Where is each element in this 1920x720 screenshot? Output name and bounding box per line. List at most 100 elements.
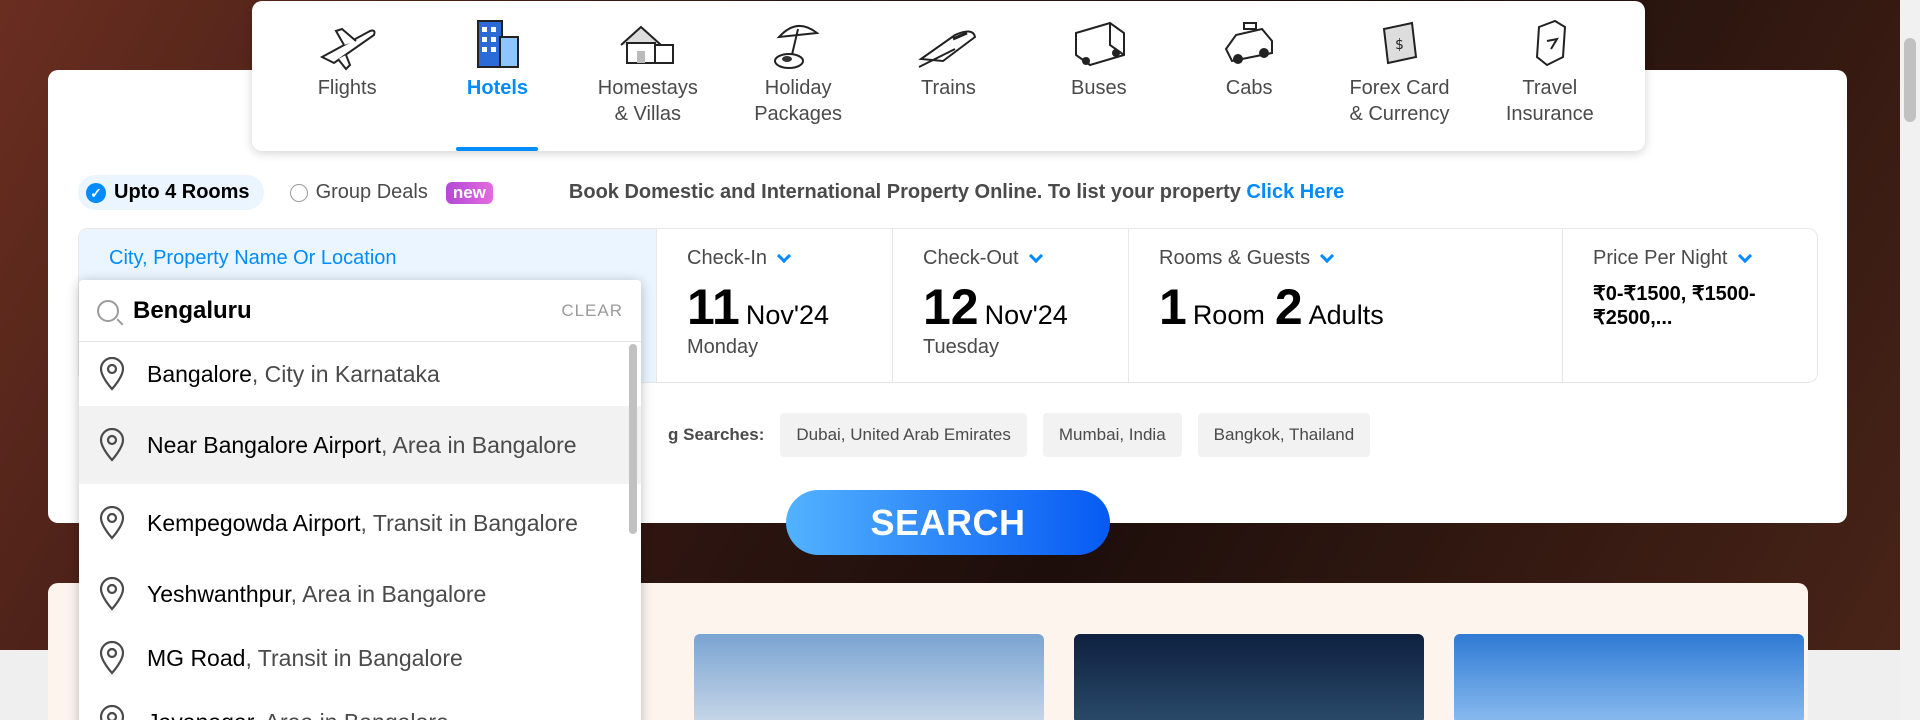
- suggestion-text: MG Road, Transit in Bangalore: [147, 646, 463, 670]
- nav-holiday-packages[interactable]: Holiday Packages: [733, 1, 863, 151]
- suggestion-detail: , City in Karnataka: [251, 361, 440, 387]
- homestay-icon: [620, 25, 674, 64]
- suggestion-name: Kempegowda Airport: [147, 510, 361, 536]
- nav-flights[interactable]: Flights: [282, 1, 412, 151]
- nav-label: Forex Card & Currency: [1349, 77, 1450, 125]
- clear-button[interactable]: CLEAR: [561, 301, 623, 321]
- location-pin-icon: [99, 428, 125, 462]
- insurance-icon: [1535, 19, 1566, 67]
- trending-chip[interactable]: Bangkok, Thailand: [1197, 413, 1371, 457]
- location-pin-icon: [99, 641, 125, 675]
- suggestion-item[interactable]: Kempegowda Airport, Transit in Bangalore: [79, 484, 641, 562]
- nav-label: Cabs: [1225, 77, 1273, 99]
- offer-image[interactable]: [1074, 634, 1424, 720]
- promo-text: Book Domestic and International Property…: [569, 181, 1344, 204]
- forex-icon: $: [1383, 21, 1418, 65]
- radio-icon: [289, 183, 308, 202]
- nav-label: Flights: [317, 77, 377, 99]
- checkin-day: 11: [687, 279, 740, 335]
- checkout-weekday: Tuesday: [923, 336, 999, 358]
- booking-options: ✓ Upto 4 Rooms Group Deals new Book Dome…: [78, 175, 1344, 210]
- page-scrollbar[interactable]: [1900, 0, 1920, 720]
- trending-label: g Searches:: [668, 425, 765, 444]
- suggestion-detail: , Transit in Bangalore: [245, 645, 463, 671]
- adults-unit: Adults: [1308, 300, 1384, 330]
- suggestion-name: Jayanagar: [147, 709, 253, 720]
- guests-label-text: Rooms & Guests: [1159, 247, 1311, 269]
- product-nav: Flights Hotels Homestays & Villas Holida…: [252, 1, 1645, 151]
- train-icon: [918, 30, 977, 68]
- nav-label: Homestays & Villas: [597, 77, 698, 125]
- holiday-icon: [774, 25, 820, 69]
- offer-image[interactable]: [694, 634, 1044, 720]
- group-deals-option[interactable]: Group Deals: [289, 181, 428, 204]
- suggestion-text: Near Bangalore Airport, Area in Bangalor…: [147, 433, 577, 457]
- nav-label: Trains: [921, 77, 976, 99]
- checkout-date: 12 Nov'24: [923, 280, 1098, 334]
- checkout-field[interactable]: Check-Out 12 Nov'24 Tuesday: [893, 229, 1129, 382]
- guests-value: 1 Room 2 Adults: [1159, 280, 1532, 334]
- price-label: Price Per Night: [1593, 247, 1787, 270]
- price-field[interactable]: Price Per Night ₹0-₹1500, ₹1500-₹2500,..…: [1563, 229, 1817, 382]
- suggestion-name: Near Bangalore Airport: [147, 432, 381, 458]
- suggestion-detail: , Area in Bangalore: [290, 581, 487, 607]
- nav-buses[interactable]: Buses: [1034, 1, 1164, 151]
- suggestion-item[interactable]: Bangalore, City in Karnataka: [79, 342, 641, 406]
- trending-searches: g Searches: Dubai, United Arab Emirates …: [668, 413, 1386, 457]
- nav-insurance[interactable]: Travel Insurance: [1485, 1, 1615, 151]
- suggestion-detail: , Transit in Bangalore: [360, 510, 578, 536]
- trending-chip[interactable]: Mumbai, India: [1042, 413, 1182, 457]
- location-autocomplete: CLEAR Bangalore, City in Karnataka Near …: [79, 280, 641, 720]
- checkout-month: Nov'24: [984, 300, 1068, 330]
- nav-label: Holiday Packages: [754, 77, 843, 125]
- location-pin-icon: [99, 357, 125, 391]
- check-icon: ✓: [86, 182, 106, 203]
- suggestion-item[interactable]: Jayanagar, Area in Bangalore: [79, 690, 641, 720]
- suggestion-item[interactable]: Near Bangalore Airport, Area in Bangalor…: [79, 406, 641, 484]
- new-badge: new: [445, 181, 493, 204]
- dropdown-scrollbar[interactable]: [629, 344, 637, 534]
- suggestion-item[interactable]: MG Road, Transit in Bangalore: [79, 626, 641, 690]
- checkin-month: Nov'24: [745, 300, 830, 330]
- search-button[interactable]: SEARCH: [786, 490, 1110, 555]
- hotel-icon: [477, 20, 520, 68]
- flight-icon: [319, 27, 376, 71]
- suggestion-text: Jayanagar, Area in Bangalore: [147, 710, 449, 720]
- svg-text:$: $: [1395, 37, 1404, 53]
- nav-label: Travel Insurance: [1505, 77, 1594, 125]
- checkin-field[interactable]: Check-In 11 Nov'24 Monday: [657, 229, 893, 382]
- checkin-label-text: Check-In: [687, 247, 768, 269]
- checkout-label-text: Check-Out: [923, 247, 1019, 269]
- upto-4-rooms-option[interactable]: ✓ Upto 4 Rooms: [78, 175, 264, 210]
- rooms-unit: Room: [1192, 300, 1265, 330]
- price-value: ₹0-₹1500, ₹1500-₹2500,...: [1593, 283, 1756, 329]
- rooms-guests-field[interactable]: Rooms & Guests 1 Room 2 Adults: [1129, 229, 1563, 382]
- nav-cabs[interactable]: Cabs: [1184, 1, 1314, 151]
- nav-homestays[interactable]: Homestays & Villas: [583, 1, 713, 151]
- nav-label: Hotels: [466, 77, 529, 99]
- nav-label: Buses: [1071, 77, 1127, 99]
- checkout-day: 12: [923, 279, 979, 335]
- nav-hotels[interactable]: Hotels: [432, 1, 562, 151]
- location-pin-icon: [99, 705, 125, 720]
- scrollbar-thumb[interactable]: [1904, 38, 1916, 122]
- promo-message: Book Domestic and International Property…: [568, 181, 1247, 203]
- checkout-label: Check-Out: [923, 247, 1098, 270]
- trending-chip[interactable]: Dubai, United Arab Emirates: [780, 413, 1027, 457]
- checkin-weekday: Monday: [687, 336, 759, 358]
- chevron-down-icon: [776, 248, 792, 263]
- offer-image[interactable]: [1454, 634, 1804, 720]
- guests-label: Rooms & Guests: [1159, 247, 1532, 270]
- autocomplete-search-bar: CLEAR: [79, 280, 641, 342]
- suggestion-item[interactable]: Yeshwanthpur, Area in Bangalore: [79, 562, 641, 626]
- rooms-option-label: Upto 4 Rooms: [114, 181, 250, 203]
- list-property-link[interactable]: Click Here: [1246, 181, 1344, 203]
- price-label-text: Price Per Night: [1593, 247, 1728, 269]
- suggestion-detail: , Area in Bangalore: [253, 709, 449, 720]
- location-search-input[interactable]: [133, 296, 562, 325]
- nav-forex[interactable]: $ Forex Card & Currency: [1334, 1, 1464, 151]
- nav-trains[interactable]: Trains: [883, 1, 1013, 151]
- chevron-down-icon: [1028, 248, 1043, 263]
- chevron-down-icon: [1320, 248, 1335, 263]
- suggestion-text: Bangalore, City in Karnataka: [147, 362, 440, 386]
